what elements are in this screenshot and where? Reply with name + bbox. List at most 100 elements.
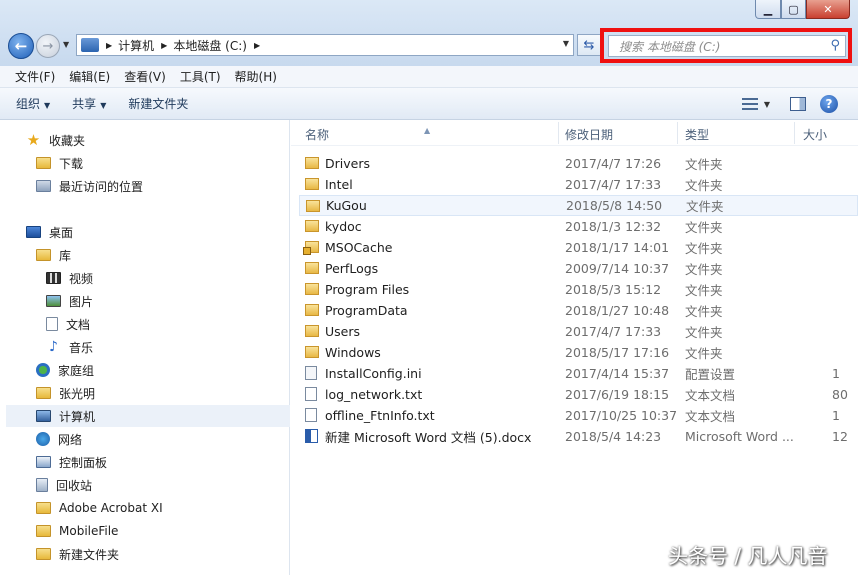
file-row[interactable]: log_network.txt 2017/6/19 18:15 文本文档 80	[299, 384, 858, 405]
chevron-right-icon[interactable]: ▶	[254, 41, 260, 50]
chevron-right-icon[interactable]: ▶	[106, 41, 112, 50]
file-date: 2018/1/3 12:32	[565, 219, 662, 234]
file-row[interactable]: 新建 Microsoft Word 文档 (5).docx 2018/5/4 14…	[299, 426, 858, 447]
nav-downloads[interactable]: 下载	[36, 152, 83, 174]
file-row[interactable]: MSOCache 2018/1/17 14:01 文件夹	[299, 237, 858, 258]
file-row[interactable]: Program Files 2018/5/3 15:12 文件夹	[299, 279, 858, 300]
menu-file[interactable]: 文件(F)	[8, 68, 62, 85]
file-name: Drivers	[325, 156, 370, 171]
file-date: 2017/10/25 10:37	[565, 408, 678, 423]
menu-edit[interactable]: 编辑(E)	[62, 68, 117, 85]
file-date: 2018/1/27 10:48	[565, 303, 670, 318]
nav-control-panel[interactable]: 控制面板	[36, 451, 107, 473]
close-button[interactable]: ✕	[806, 0, 850, 19]
nav-computer[interactable]: 计算机	[6, 405, 290, 427]
nav-user[interactable]: 张光明	[36, 382, 95, 404]
preview-pane-icon[interactable]	[790, 97, 806, 111]
ini-icon	[305, 366, 317, 380]
nav-pictures[interactable]: 图片	[46, 290, 93, 312]
column-size[interactable]: 大小	[803, 126, 827, 143]
nav-homegroup[interactable]: 家庭组	[36, 359, 94, 381]
file-row[interactable]: Drivers 2017/4/7 17:26 文件夹	[299, 153, 858, 174]
file-row[interactable]: offline_FtnInfo.txt 2017/10/25 10:37 文本文档 1	[299, 405, 858, 426]
refresh-button[interactable]: ⇆	[577, 34, 601, 56]
file-size: 1	[832, 408, 840, 423]
help-icon[interactable]: ?	[820, 95, 838, 113]
nav-documents[interactable]: 文档	[46, 313, 90, 335]
recent-pages-dropdown[interactable]: ▼	[63, 40, 69, 49]
back-button[interactable]: ←	[8, 33, 34, 59]
forward-button[interactable]: →	[36, 34, 60, 58]
maximize-button[interactable]: ▢	[781, 0, 806, 19]
menu-view[interactable]: 查看(V)	[117, 68, 173, 85]
nav-libraries[interactable]: 库	[36, 244, 71, 266]
file-date: 2018/5/4 14:23	[565, 429, 662, 444]
nav-recycle-bin[interactable]: 回收站	[36, 474, 92, 496]
menu-help[interactable]: 帮助(H)	[228, 68, 284, 85]
file-row[interactable]: Users 2017/4/7 17:33 文件夹	[299, 321, 858, 342]
txt-icon	[305, 408, 317, 422]
file-type: 文件夹	[685, 283, 723, 298]
organize-button[interactable]: 组织 ▼	[16, 95, 50, 112]
nav-label: 控制面板	[59, 455, 108, 470]
column-divider[interactable]	[794, 122, 795, 144]
file-name: Windows	[325, 345, 381, 360]
nav-network[interactable]: 网络	[36, 428, 82, 450]
address-history-dropdown[interactable]: ▼	[563, 39, 569, 48]
folder-icon	[305, 178, 319, 190]
navigation-pane: ★ 收藏夹 下载 最近访问的位置 桌面 库 视频 图片 文档 ♪ 音乐 家庭组 张光…	[0, 120, 290, 575]
file-name: Program Files	[325, 282, 410, 297]
document-icon	[46, 317, 58, 331]
column-header-row: ▲ 名称 修改日期 类型 大小	[291, 120, 858, 146]
control-panel-icon	[36, 456, 51, 468]
view-options-icon[interactable]	[741, 98, 758, 110]
nav-desktop[interactable]: 桌面	[26, 221, 73, 243]
share-button[interactable]: 共享 ▼	[72, 95, 106, 112]
file-row[interactable]: ProgramData 2018/1/27 10:48 文件夹	[299, 300, 858, 321]
library-icon	[36, 249, 51, 261]
file-row[interactable]: PerfLogs 2009/7/14 10:37 文件夹	[299, 258, 858, 279]
minimize-button[interactable]: ▁	[755, 0, 781, 19]
file-name: Intel	[325, 177, 353, 192]
folder-icon	[36, 525, 51, 537]
breadcrumb-local-disk[interactable]: 本地磁盘 (C:)	[173, 37, 247, 54]
nav-music[interactable]: ♪ 音乐	[46, 336, 93, 358]
watermark: 头条号 / 凡人凡音	[668, 544, 828, 568]
column-date[interactable]: 修改日期	[565, 126, 613, 143]
file-date: 2017/4/7 17:33	[565, 177, 662, 192]
folder-icon	[305, 157, 319, 169]
file-row[interactable]: Intel 2017/4/7 17:33 文件夹	[299, 174, 858, 195]
file-row[interactable]: kydoc 2018/1/3 12:32 文件夹	[299, 216, 858, 237]
menu-bar: 文件(F) 编辑(E) 查看(V) 工具(T) 帮助(H)	[0, 66, 858, 88]
nav-new-folder[interactable]: 新建文件夹	[36, 543, 119, 565]
nav-favorites[interactable]: ★ 收藏夹	[26, 129, 85, 151]
folder-icon	[305, 304, 319, 316]
nav-label: 最近访问的位置	[59, 179, 144, 194]
nav-adobe-acrobat[interactable]: Adobe Acrobat XI	[36, 497, 163, 519]
column-name[interactable]: 名称	[305, 126, 329, 143]
new-folder-button[interactable]: 新建文件夹	[128, 95, 188, 112]
file-type: 文件夹	[685, 241, 723, 256]
nav-label: 收藏夹	[49, 133, 86, 148]
file-list-pane: ▲ 名称 修改日期 类型 大小 Drivers 2017/4/7 17:26 文件夹…	[291, 120, 858, 575]
column-type[interactable]: 类型	[685, 126, 709, 143]
file-name: kydoc	[325, 219, 362, 234]
file-type: 配置设置	[685, 367, 736, 382]
menu-tools[interactable]: 工具(T)	[173, 68, 228, 85]
column-divider[interactable]	[677, 122, 678, 144]
nav-videos[interactable]: 视频	[46, 267, 93, 289]
file-row[interactable]: InstallConfig.ini 2017/4/14 15:37 配置设置 1	[299, 363, 858, 384]
address-bar[interactable]: ▶ 计算机 ▶ 本地磁盘 (C:) ▶ ▼	[76, 34, 574, 56]
file-row[interactable]: KuGou 2018/5/8 14:50 文件夹	[299, 195, 858, 216]
file-row[interactable]: Windows 2018/5/17 17:16 文件夹	[299, 342, 858, 363]
file-date: 2018/1/17 14:01	[565, 240, 670, 255]
chevron-down-icon: ▼	[100, 101, 107, 110]
breadcrumb-computer[interactable]: 计算机	[118, 37, 154, 54]
chevron-down-icon[interactable]: ▼	[764, 100, 770, 109]
chevron-right-icon[interactable]: ▶	[161, 41, 167, 50]
column-divider[interactable]	[558, 122, 559, 144]
nav-label: 图片	[69, 294, 94, 309]
nav-recent-places[interactable]: 最近访问的位置	[36, 175, 143, 197]
file-date: 2017/4/7 17:33	[565, 324, 662, 339]
nav-mobilefile[interactable]: MobileFile	[36, 520, 118, 542]
